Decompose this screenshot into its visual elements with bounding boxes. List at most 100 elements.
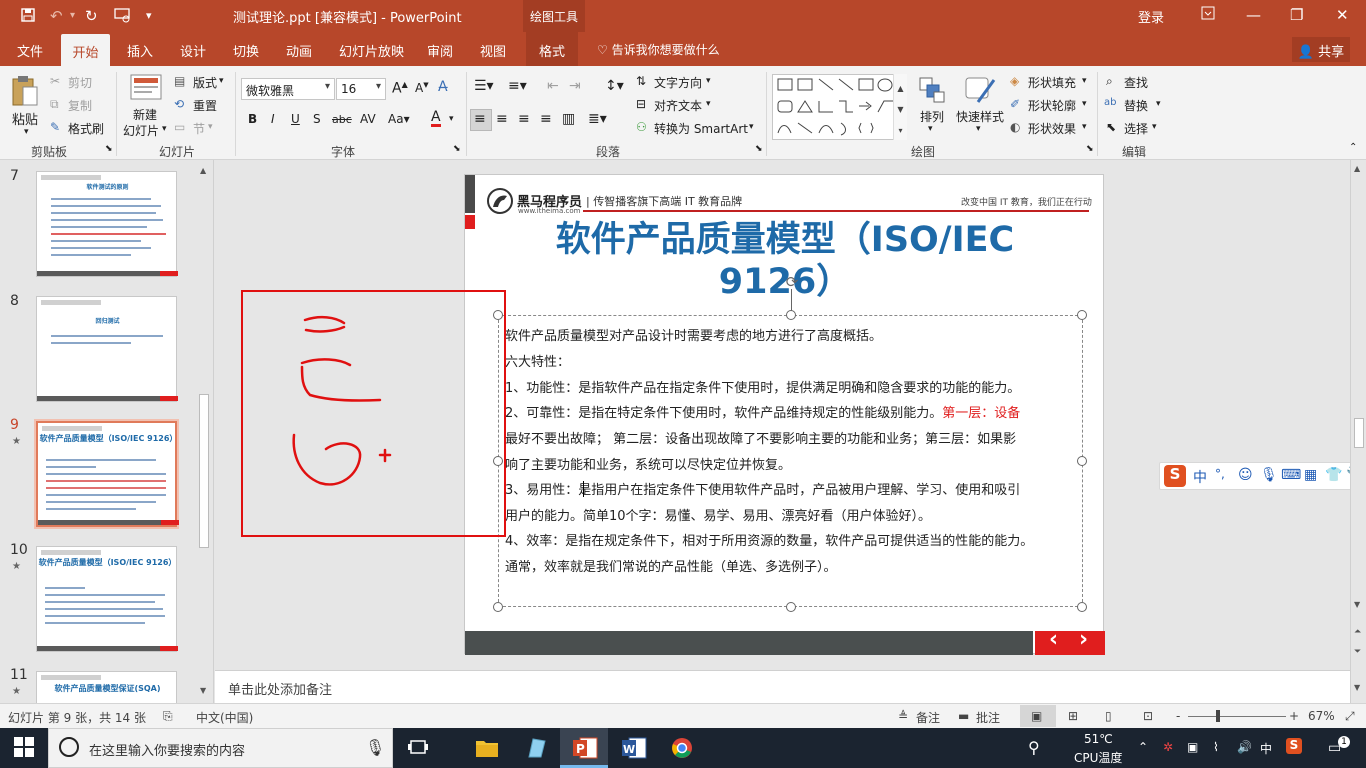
quick-styles-icon[interactable] (964, 74, 996, 104)
tab-file[interactable]: 文件 (17, 41, 43, 60)
minimize-icon[interactable]: — (1246, 6, 1261, 24)
zoom-in-button[interactable]: + (1289, 709, 1299, 723)
fit-to-window-icon[interactable]: ⤢ (1345, 709, 1355, 724)
shapes-gallery[interactable] (772, 74, 907, 140)
ink-handwriting[interactable] (280, 305, 400, 495)
prev-arrow-icon[interactable]: ‹ (1049, 627, 1058, 652)
notes-toggle[interactable]: 备注 (916, 709, 940, 726)
task-view-button[interactable] (393, 728, 441, 768)
layout-button[interactable]: 版式 (193, 74, 217, 91)
rotate-handle-icon[interactable]: ⟳ (783, 273, 801, 291)
underline-icon[interactable]: U (291, 112, 300, 126)
replace-button[interactable]: 替换 (1124, 97, 1148, 114)
scroll-up-icon[interactable]: ▲ (1354, 164, 1360, 173)
new-slide-label-1[interactable]: 新建 (133, 106, 157, 123)
select-cursor-icon[interactable]: ⬉ (1106, 120, 1116, 134)
scrollbar-thumb[interactable] (1354, 418, 1364, 448)
smartart-dropdown-icon[interactable]: ▾ (749, 122, 754, 132)
smartart-icon[interactable]: ⚇ (636, 120, 647, 134)
ime-toolbar[interactable]: S 中 °, ☺ 🎙 ⌨ ▦ 👕 🔧 (1159, 462, 1366, 490)
layout-dropdown-icon[interactable]: ▾ (219, 76, 224, 86)
ime-indicator[interactable]: 中 (1260, 740, 1272, 757)
shapes-gallery-scroll[interactable]: ▲ ▼ ▾ (893, 74, 907, 140)
spellcheck-icon[interactable]: ⎘ (163, 709, 173, 724)
section-button[interactable]: 节 (193, 120, 205, 137)
text-direction-button[interactable]: 文字方向 (654, 74, 702, 91)
tab-animations[interactable]: 动画 (286, 41, 312, 60)
notepad-app-button[interactable] (511, 728, 559, 768)
paste-dropdown-icon[interactable]: ▾ (24, 127, 29, 137)
notes-pane[interactable]: 单击此处添加备注 (215, 670, 1350, 703)
people-icon[interactable]: ⚲ (1028, 738, 1040, 757)
shape-fill-dropdown-icon[interactable]: ▾ (1082, 76, 1087, 86)
slide-thumbnail-7[interactable]: 软件测试的原则 (36, 171, 178, 277)
sogou-tray-icon[interactable]: S (1286, 738, 1302, 754)
resize-handle[interactable] (1077, 602, 1087, 612)
close-icon[interactable]: ✕ (1336, 6, 1349, 24)
bullets-icon[interactable]: ☰▾ (474, 78, 494, 94)
arrange-dropdown-icon[interactable]: ▾ (928, 124, 933, 134)
tab-view[interactable]: 视图 (480, 41, 506, 60)
cut-icon[interactable]: ✂ (50, 74, 60, 88)
undo-icon[interactable]: ↶ (50, 7, 63, 25)
find-icon[interactable]: ⌕ (1106, 74, 1113, 89)
resize-handle[interactable] (493, 602, 503, 612)
cut-button[interactable]: 剪切 (68, 74, 92, 91)
text-direction-dropdown-icon[interactable]: ▾ (706, 76, 711, 86)
login-link[interactable]: 登录 (1138, 7, 1164, 26)
notes-icon[interactable]: ≜ (898, 709, 908, 723)
comments-icon[interactable]: ▬ (958, 709, 969, 723)
select-dropdown-icon[interactable]: ▾ (1152, 122, 1157, 132)
reset-button[interactable]: 重置 (193, 97, 217, 114)
chrome-app-button[interactable] (658, 728, 706, 768)
copy-icon[interactable]: ⧉ (50, 97, 59, 112)
line-spacing-icon[interactable]: ↕▾ (605, 78, 624, 94)
current-slide[interactable]: 黑马程序员 www.itheima.com | 传智播客旗下高端 IT 教育品牌… (464, 174, 1105, 655)
columns-icon[interactable]: ▥ (562, 111, 575, 127)
next-arrow-icon[interactable]: › (1079, 627, 1088, 652)
ime-mode-chinese[interactable]: 中 (1193, 467, 1207, 487)
quick-styles-label[interactable]: 快速样式 (956, 108, 1004, 125)
emoji-icon[interactable]: ☺ (1238, 467, 1253, 483)
tray-app-icon[interactable]: ▣ (1187, 740, 1198, 754)
tab-transitions[interactable]: 切换 (233, 41, 259, 60)
shape-effects-button[interactable]: 形状效果 (1028, 120, 1076, 137)
font-color-dropdown-icon[interactable]: ▾ (449, 114, 454, 124)
arrange-icon[interactable] (918, 76, 948, 106)
strikethrough-icon[interactable]: abc (332, 113, 352, 126)
pen-icon[interactable]: ✐ (1010, 97, 1020, 111)
shape-outline-button[interactable]: 形状轮廓 (1028, 97, 1076, 114)
section-icon[interactable]: ▭ (174, 120, 185, 134)
slide-thumbnail-10[interactable]: 软件产品质量模型（ISO/IEC 9126） (36, 546, 178, 652)
undo-dropdown-icon[interactable]: ▾ (70, 10, 75, 21)
find-button[interactable]: 查找 (1124, 74, 1148, 91)
tell-me-search[interactable]: ♡ 告诉我你想要做什么 (597, 41, 720, 58)
decrease-indent-icon[interactable]: ⇤ (547, 78, 559, 94)
align-text-icon[interactable]: ⊟ (636, 97, 646, 111)
increase-indent-icon[interactable]: ⇥ (569, 78, 581, 94)
select-button[interactable]: 选择 (1124, 120, 1148, 137)
resize-handle[interactable] (1077, 456, 1087, 466)
shape-fill-button[interactable]: 形状填充 (1028, 74, 1076, 91)
customize-qat-icon[interactable]: ▾ (146, 9, 152, 22)
language-status[interactable]: 中文(中国) (196, 709, 253, 726)
slide-thumbnail-panel[interactable]: 7 软件测试的原则 8 回归测试 9 ★ 软件产品质量模型（ISO/IEC 91… (0, 160, 214, 703)
zoom-level[interactable]: 67% (1308, 709, 1335, 723)
font-size-select[interactable]: 16 ▾ (336, 78, 386, 100)
scroll-down-icon[interactable]: ▼ (1354, 683, 1360, 692)
replace-icon[interactable]: ab (1104, 97, 1116, 108)
section-dropdown-icon[interactable]: ▾ (208, 122, 213, 132)
tab-review[interactable]: 审阅 (427, 41, 453, 60)
collapse-ribbon-icon[interactable]: ⌃ (1349, 142, 1357, 153)
scrollbar-thumb[interactable] (199, 394, 209, 548)
windows-start-icon[interactable] (14, 737, 34, 760)
convert-smartart-button[interactable]: 转换为 SmartArt (654, 120, 748, 137)
new-slide-icon[interactable] (130, 74, 162, 104)
format-painter-icon[interactable]: ✎ (50, 120, 60, 134)
thumbnail-scrollbar[interactable]: ▲ ▼ (197, 164, 211, 699)
numbering-icon[interactable]: ≡▾ (508, 78, 527, 94)
paragraph-launcher-icon[interactable]: ⬊ (755, 144, 763, 154)
align-text-button[interactable]: 对齐文本 (654, 97, 702, 114)
apps-icon[interactable]: ▦ (1304, 467, 1317, 483)
notes-placeholder[interactable]: 单击此处添加备注 (228, 679, 332, 698)
